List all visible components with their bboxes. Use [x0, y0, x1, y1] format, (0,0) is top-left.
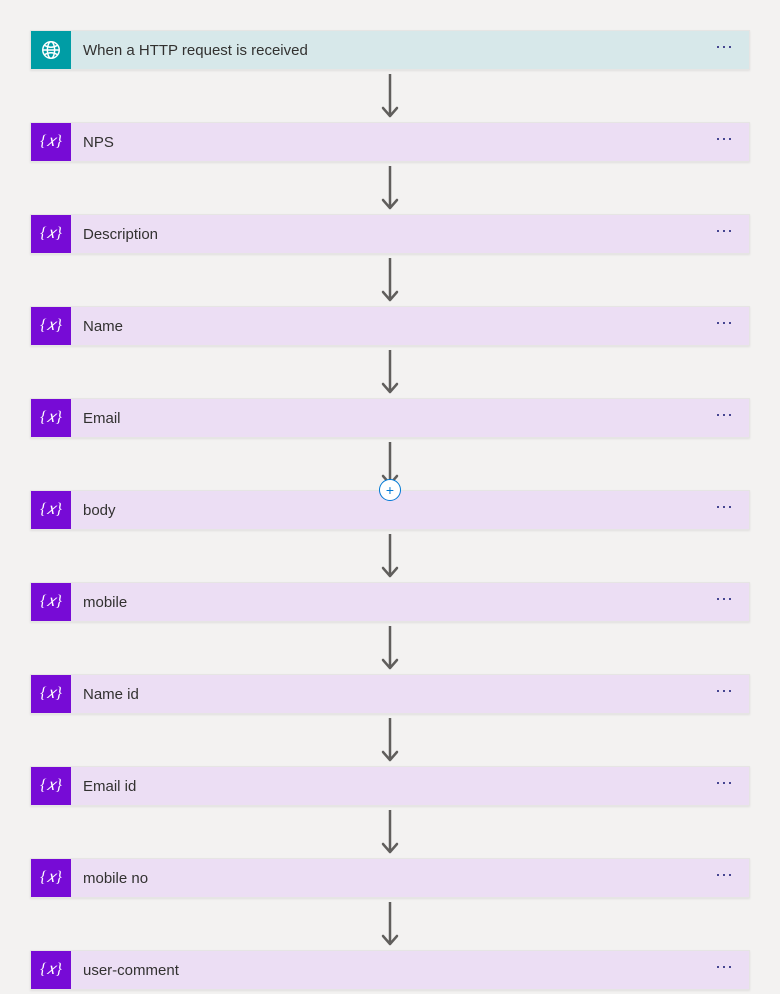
variable-glyph-icon: {𝑥} [40, 593, 62, 611]
flow-connector [30, 70, 750, 122]
step-menu-button[interactable]: ⋯ [711, 866, 739, 890]
step-label: Description [83, 226, 158, 243]
step-menu-button[interactable]: ⋯ [711, 590, 739, 614]
arrow-down-icon [380, 70, 400, 122]
variable-icon: {𝑥} [31, 123, 71, 161]
flow-connector [30, 530, 750, 582]
step-label: Email id [83, 778, 136, 795]
variable-glyph-icon: {𝑥} [40, 409, 62, 427]
variable-glyph-icon: {𝑥} [40, 133, 62, 151]
flow-step-variable[interactable]: {𝑥} user-comment ⋯ [30, 950, 750, 990]
variable-glyph-icon: {𝑥} [40, 225, 62, 243]
flow-connector [30, 346, 750, 398]
step-menu-button[interactable]: ⋯ [711, 774, 739, 798]
step-menu-button[interactable]: ⋯ [711, 406, 739, 430]
arrow-down-icon [380, 714, 400, 766]
step-label: mobile [83, 594, 127, 611]
step-label: mobile no [83, 870, 148, 887]
add-step-button[interactable]: + [379, 479, 401, 501]
flow-step-trigger[interactable]: When a HTTP request is received ⋯ [30, 30, 750, 70]
flow-connector [30, 162, 750, 214]
variable-icon: {𝑥} [31, 675, 71, 713]
arrow-down-icon [380, 622, 400, 674]
step-label: Name id [83, 686, 139, 703]
step-label: NPS [83, 134, 114, 151]
flow-step-variable[interactable]: {𝑥} NPS ⋯ [30, 122, 750, 162]
step-label: user-comment [83, 962, 179, 979]
flow-connector [30, 622, 750, 674]
variable-glyph-icon: {𝑥} [40, 685, 62, 703]
variable-glyph-icon: {𝑥} [40, 501, 62, 519]
variable-icon: {𝑥} [31, 859, 71, 897]
step-label: Email [83, 410, 121, 427]
variable-icon: {𝑥} [31, 307, 71, 345]
flow-step-variable[interactable]: {𝑥} Email ⋯ [30, 398, 750, 438]
flow-step-variable[interactable]: {𝑥} mobile no ⋯ [30, 858, 750, 898]
arrow-down-icon [380, 162, 400, 214]
variable-icon: {𝑥} [31, 399, 71, 437]
flow-connector: + [30, 438, 750, 490]
step-body: Email id ⋯ [71, 767, 749, 805]
flow-connector [30, 806, 750, 858]
flow-step-variable[interactable]: {𝑥} Email id ⋯ [30, 766, 750, 806]
step-body: When a HTTP request is received ⋯ [71, 31, 749, 69]
step-label: body [83, 502, 116, 519]
step-body: Name ⋯ [71, 307, 749, 345]
variable-icon: {𝑥} [31, 767, 71, 805]
flow-step-variable[interactable]: {𝑥} Name id ⋯ [30, 674, 750, 714]
step-body: Email ⋯ [71, 399, 749, 437]
step-body: body ⋯ [71, 491, 749, 529]
http-trigger-icon [31, 31, 71, 69]
step-body: user-comment ⋯ [71, 951, 749, 989]
step-menu-button[interactable]: ⋯ [711, 958, 739, 982]
variable-icon: {𝑥} [31, 215, 71, 253]
flow-connector [30, 898, 750, 950]
arrow-down-icon [380, 898, 400, 950]
step-body: Name id ⋯ [71, 675, 749, 713]
variable-glyph-icon: {𝑥} [40, 777, 62, 795]
variable-glyph-icon: {𝑥} [40, 869, 62, 887]
variable-glyph-icon: {𝑥} [40, 961, 62, 979]
arrow-down-icon [380, 254, 400, 306]
flow-connector [30, 714, 750, 766]
step-body: Description ⋯ [71, 215, 749, 253]
flow-step-variable[interactable]: {𝑥} mobile ⋯ [30, 582, 750, 622]
arrow-down-icon [380, 346, 400, 398]
step-menu-button[interactable]: ⋯ [711, 38, 739, 62]
step-body: mobile no ⋯ [71, 859, 749, 897]
variable-icon: {𝑥} [31, 491, 71, 529]
step-menu-button[interactable]: ⋯ [711, 498, 739, 522]
flow-step-variable[interactable]: {𝑥} Name ⋯ [30, 306, 750, 346]
variable-icon: {𝑥} [31, 951, 71, 989]
step-menu-button[interactable]: ⋯ [711, 130, 739, 154]
step-label: Name [83, 318, 123, 335]
step-menu-button[interactable]: ⋯ [711, 222, 739, 246]
flow-connector [30, 254, 750, 306]
step-body: NPS ⋯ [71, 123, 749, 161]
variable-icon: {𝑥} [31, 583, 71, 621]
arrow-down-icon [380, 530, 400, 582]
variable-glyph-icon: {𝑥} [40, 317, 62, 335]
flow-step-variable[interactable]: {𝑥} Description ⋯ [30, 214, 750, 254]
globe-icon [40, 39, 62, 61]
step-menu-button[interactable]: ⋯ [711, 314, 739, 338]
step-body: mobile ⋯ [71, 583, 749, 621]
step-menu-button[interactable]: ⋯ [711, 682, 739, 706]
arrow-down-icon [380, 806, 400, 858]
step-label: When a HTTP request is received [83, 42, 308, 59]
